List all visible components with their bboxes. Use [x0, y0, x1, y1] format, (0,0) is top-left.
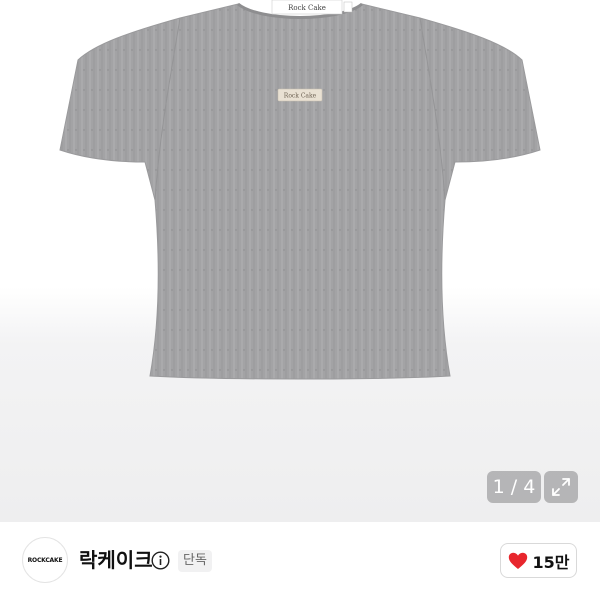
- heart-icon: [508, 552, 527, 569]
- seller-name[interactable]: 락케이크: [79, 548, 153, 572]
- seller-bar: ROCKCAKE 락케이크 단독 15만: [0, 522, 600, 600]
- avatar-logo-text: ROCKCAKE: [27, 556, 63, 564]
- svg-text:Rock Cake: Rock Cake: [288, 4, 326, 12]
- like-count: 15만: [532, 552, 570, 572]
- tshirt-shape: [59, 3, 541, 380]
- seller-avatar[interactable]: ROCKCAKE: [22, 537, 68, 583]
- exclusive-badge: 단독: [178, 550, 212, 572]
- product-image[interactable]: Rock Cake Rock Cake: [0, 0, 600, 522]
- product-image-gallery[interactable]: Rock Cake Rock Cake 1 / 4: [0, 0, 600, 522]
- like-button[interactable]: 15만: [500, 543, 577, 578]
- expand-icon: [552, 478, 570, 496]
- expand-button[interactable]: [544, 471, 578, 503]
- image-counter: 1 / 4: [487, 471, 541, 503]
- svg-text:Rock Cake: Rock Cake: [284, 93, 317, 100]
- info-icon[interactable]: [151, 551, 170, 570]
